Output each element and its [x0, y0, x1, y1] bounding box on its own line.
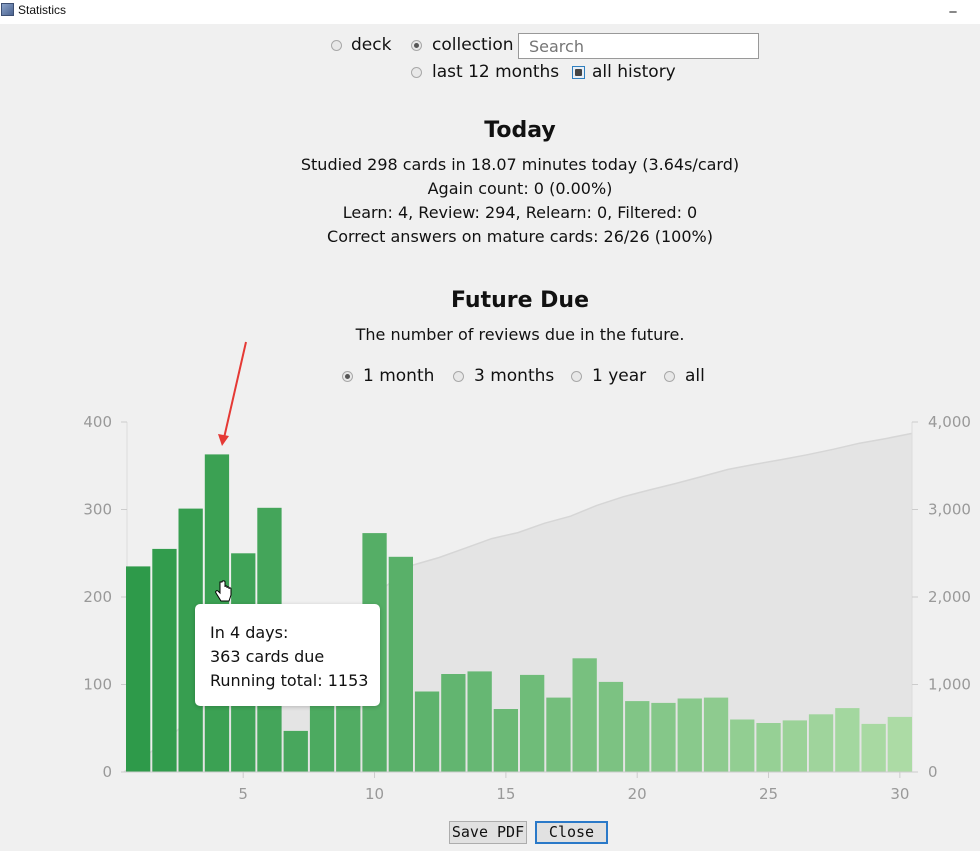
window-title: Statistics	[18, 3, 67, 17]
bar-day-14	[467, 671, 492, 772]
today-line-4: Correct answers on mature cards: 26/26 (…	[327, 227, 713, 246]
range-all-radio[interactable]	[664, 371, 675, 382]
all-history-label[interactable]: all history	[592, 62, 676, 82]
today-line-2: Again count: 0 (0.00%)	[427, 179, 613, 198]
x-tick-label: 10	[365, 785, 384, 803]
y-tick-label-right: 0	[928, 763, 938, 781]
y-tick-label-left: 200	[83, 588, 112, 606]
collection-label[interactable]: collection	[432, 35, 514, 55]
bar-day-15	[493, 709, 518, 772]
x-tick-label: 20	[628, 785, 647, 803]
y-tick-label-right: 4,000	[928, 413, 971, 431]
bar-day-12	[414, 691, 440, 772]
future-due-chart: 0 100 200 300 400 0 1,000 2,000 3,000 4,000 5 10 15 2…	[83, 413, 971, 803]
today-line-3: Learn: 4, Review: 294, Relearn: 0, Filte…	[342, 203, 698, 222]
app-icon	[1, 3, 14, 16]
today-line-1: Studied 298 cards in 18.07 minutes today…	[300, 155, 740, 174]
range-1-month-label[interactable]: 1 month	[363, 366, 434, 386]
bar-day-11	[388, 556, 413, 773]
y-tick-label-left: 300	[83, 501, 112, 519]
bar-day-23	[703, 697, 729, 772]
last-12-months-label[interactable]: last 12 months	[432, 62, 559, 82]
y-tick-label-left: 400	[83, 413, 112, 431]
bar-day-2	[152, 548, 177, 772]
deck-radio[interactable]	[331, 40, 342, 51]
tooltip-line-1: In 4 days:	[210, 623, 289, 642]
bar-day-1	[126, 566, 151, 772]
collection-radio[interactable]	[411, 40, 422, 51]
y-tick-label-right: 2,000	[928, 588, 971, 606]
range-3-months-radio[interactable]	[453, 371, 464, 382]
today-heading: Today	[484, 118, 556, 143]
y-tick-label-left: 100	[83, 676, 112, 694]
bar-day-20	[625, 701, 650, 772]
bar-day-16	[520, 674, 545, 772]
bar-day-13	[441, 674, 466, 772]
bar-day-28	[835, 708, 860, 772]
x-tick-label: 5	[238, 785, 248, 803]
last-12-months-radio[interactable]	[411, 67, 422, 78]
y-tick-label-right: 3,000	[928, 501, 971, 519]
close-button[interactable]: Close	[535, 821, 608, 844]
bar-day-22	[677, 698, 702, 772]
range-1-year-radio[interactable]	[571, 371, 582, 382]
x-tick-label: 30	[890, 785, 909, 803]
title-bar: Statistics _	[0, 0, 980, 24]
all-history-checkbox[interactable]	[572, 66, 585, 79]
bar-day-18	[572, 658, 597, 773]
save-pdf-button[interactable]: Save PDF	[449, 821, 527, 844]
range-1-year-label[interactable]: 1 year	[592, 366, 646, 386]
bar-day-26	[782, 720, 807, 772]
bar-day-29	[861, 723, 886, 772]
hand-cursor-icon	[215, 580, 232, 602]
bar-day-17	[546, 697, 571, 772]
minimize-button[interactable]: _	[946, 0, 960, 13]
chart-tooltip: In 4 days: 363 cards due Running total: …	[195, 604, 380, 706]
bar-day-19	[598, 681, 624, 772]
y-tick-label-left: 0	[102, 763, 112, 781]
y-tick-label-right: 1,000	[928, 676, 971, 694]
x-tick-label: 25	[759, 785, 778, 803]
x-tick-label: 15	[496, 785, 515, 803]
range-3-months-label[interactable]: 3 months	[474, 366, 554, 386]
future-due-heading: Future Due	[450, 288, 590, 313]
range-all-label[interactable]: all	[685, 366, 705, 386]
deck-label[interactable]: deck	[351, 35, 391, 55]
search-input[interactable]	[518, 33, 759, 59]
future-due-subtitle: The number of reviews due in the future.	[355, 325, 685, 344]
bar-day-21	[651, 702, 676, 772]
bar-day-7	[283, 730, 308, 772]
bar-day-27	[808, 714, 834, 773]
bar-day-30	[887, 716, 912, 772]
bar-day-25	[756, 723, 781, 772]
range-1-month-radio[interactable]	[342, 371, 353, 382]
tooltip-line-3: Running total: 1153	[210, 671, 369, 690]
tooltip-line-2: 363 cards due	[210, 647, 325, 666]
bar-day-24	[730, 719, 755, 772]
